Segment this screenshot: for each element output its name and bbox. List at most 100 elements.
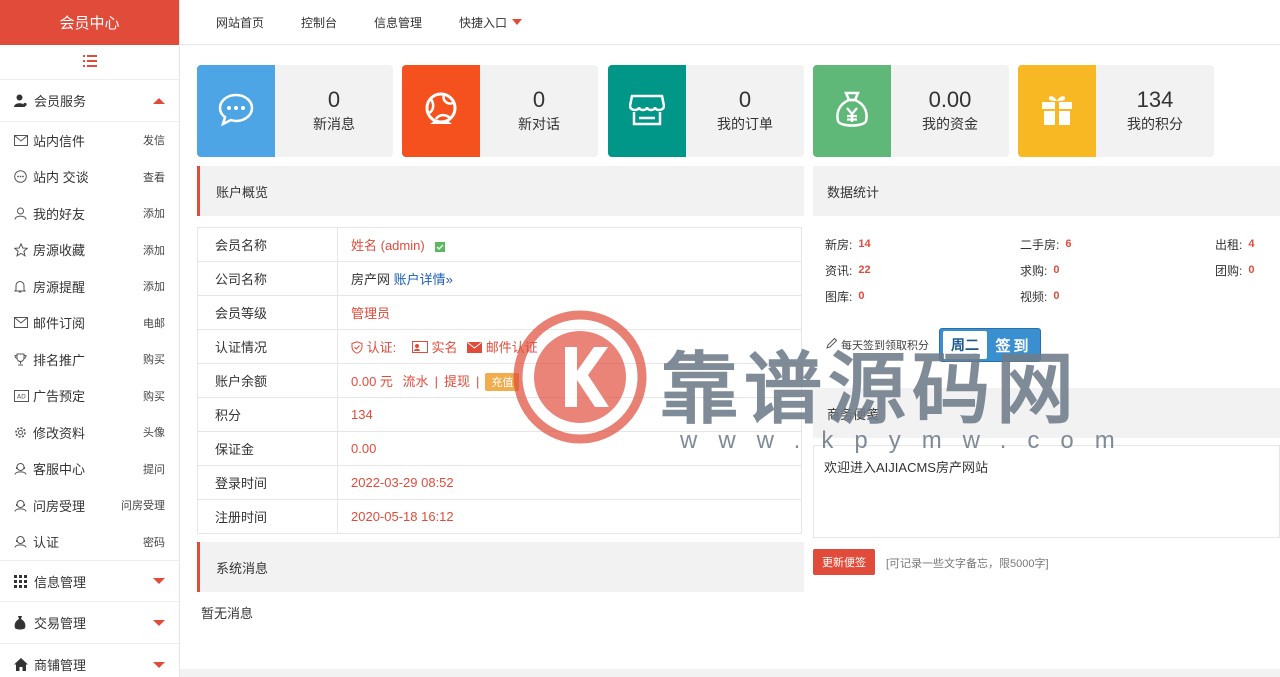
withdraw-link[interactable]: 提现 — [444, 374, 470, 389]
member-name: 姓名 (admin) — [351, 238, 425, 253]
sidebar-item-action[interactable]: 添加 — [143, 205, 165, 221]
gift-icon — [1040, 93, 1074, 130]
sign-in-text: 每天签到领取积分 — [841, 340, 929, 352]
pencil-icon — [825, 337, 838, 353]
sidebar-item-email-subscription[interactable]: 邮件订阅 电邮 — [0, 305, 179, 342]
stats-cell[interactable]: 新房: 14 — [825, 236, 1020, 253]
caret-down-icon — [153, 578, 165, 584]
headset-icon — [14, 535, 30, 548]
sidebar-item-certification[interactable]: 认证 密码 — [0, 524, 179, 561]
register-time: 2020-05-18 16:12 — [337, 499, 802, 534]
stats-label: 出租: — [1215, 237, 1243, 252]
stat-value: 0 — [327, 87, 341, 112]
flow-link[interactable]: 流水 — [403, 374, 429, 389]
ad-icon: AD — [14, 389, 30, 402]
stats-value: 22 — [858, 264, 871, 276]
sidebar-item-friends[interactable]: 我的好友 添加 — [0, 195, 179, 232]
sidebar-item-label: 站内信件 — [33, 133, 86, 149]
stat-text: 134 我的积分 — [1096, 65, 1214, 157]
table-row: 注册时间 2020-05-18 16:12 — [197, 499, 802, 534]
row-value: 认证: 实名 邮件认证 — [337, 329, 802, 364]
sidebar-item-action[interactable]: 查看 — [143, 169, 165, 185]
stats-value: 0 — [1053, 290, 1060, 302]
stat-card-orders[interactable]: 0 我的订单 — [608, 65, 804, 157]
account-details-link[interactable]: 账户详情» — [394, 272, 453, 287]
sidebar-item-edit-profile[interactable]: 修改资料 头像 — [0, 414, 179, 451]
row-key: 公司名称 — [197, 261, 338, 296]
memo-textarea[interactable]: 欢迎进入AIJIACMS房产网站 — [813, 445, 1280, 538]
sidebar-item-action[interactable]: 购买 — [143, 351, 165, 367]
stats-cell[interactable]: 二手房: 6 — [1020, 236, 1215, 253]
sidebar-item-inquiry[interactable]: 问房受理 问房受理 — [0, 487, 179, 524]
stat-card-messages[interactable]: 0 新消息 — [197, 65, 393, 157]
stats-label: 资讯: — [825, 263, 853, 278]
sidebar-item-ranking[interactable]: 排名推广 购买 — [0, 341, 179, 378]
sidebar-item-action[interactable]: 提问 — [143, 461, 165, 477]
nav-quick-entry-label: 快捷入口 — [459, 15, 508, 30]
stat-card-funds[interactable]: 0.00 我的资金 — [813, 65, 1009, 157]
stats-cell[interactable]: 出租: 4 — [1215, 236, 1254, 253]
stats-value: 0 — [858, 290, 865, 302]
recharge-button[interactable]: 充值 — [485, 372, 520, 391]
stats-cell[interactable]: 资讯: 22 — [825, 262, 1020, 279]
stats-label: 求购: — [1020, 263, 1048, 278]
data-stats-grid: 新房: 14 二手房: 6 出租: 4 资讯: 22 求购: 0 团购: 0 图库: 0 视频… — [825, 231, 1280, 309]
sidebar-group-trade-management[interactable]: 交易管理 — [0, 602, 179, 644]
sign-in-button[interactable]: 周二 签到 — [939, 328, 1041, 362]
menu-toggle-button[interactable] — [0, 45, 179, 80]
stats-label: 视频: — [1020, 289, 1048, 304]
sidebar-item-reminders[interactable]: 房源提醒 添加 — [0, 268, 179, 305]
star-icon — [14, 242, 30, 257]
sidebar-item-label: 修改资料 — [33, 425, 86, 441]
sidebar-item-action[interactable]: 密码 — [143, 534, 165, 550]
sidebar-item-support[interactable]: 客服中心 提问 — [0, 451, 179, 488]
money-bag-icon — [835, 91, 869, 132]
sign-in-day: 周二 — [943, 331, 987, 359]
sidebar-item-ad-booking[interactable]: AD 广告预定 购买 — [0, 378, 179, 415]
stat-card-conversations[interactable]: 0 新对话 — [402, 65, 598, 157]
sidebar-item-label: 广告预定 — [33, 389, 86, 405]
nav-console[interactable]: 控制台 — [301, 14, 337, 31]
nav-quick-entry[interactable]: 快捷入口 — [459, 14, 523, 31]
sidebar-item-action[interactable]: 电邮 — [143, 315, 165, 331]
sidebar-group-shop-management[interactable]: 商铺管理 — [0, 644, 179, 677]
stat-icon-box — [197, 65, 275, 157]
brand-title[interactable]: 会员中心 — [0, 0, 179, 45]
stat-card-points[interactable]: 134 我的积分 — [1018, 65, 1214, 157]
memo-header: 商务便笺 — [813, 388, 1280, 438]
sidebar-item-chat[interactable]: 站内 交谈 查看 — [0, 159, 179, 196]
nav-home[interactable]: 网站首页 — [216, 14, 264, 31]
stats-cell[interactable]: 图库: 0 — [825, 288, 1020, 305]
sidebar-item-action[interactable]: 添加 — [143, 278, 165, 294]
separator: | — [434, 373, 438, 389]
stats-cell[interactable]: 求购: 0 — [1020, 262, 1215, 279]
real-name-cert-link[interactable]: 实名 — [432, 340, 458, 355]
sidebar-item-action[interactable]: 问房受理 — [121, 497, 165, 513]
stat-text: 0 新消息 — [275, 65, 393, 157]
stats-cell[interactable]: 团购: 0 — [1215, 262, 1254, 279]
update-memo-button[interactable]: 更新便签 — [813, 549, 875, 575]
sidebar-item-label: 站内 交谈 — [33, 170, 89, 186]
envelope-icon — [14, 134, 30, 146]
sidebar-item-action[interactable]: 发信 — [143, 132, 165, 148]
sidebar-item-action[interactable]: 头像 — [143, 424, 165, 440]
stats-cell[interactable]: 视频: 0 — [1020, 288, 1215, 305]
stats-value: 0 — [1053, 264, 1060, 276]
sidebar-group-info-management[interactable]: 信息管理 — [0, 560, 179, 602]
email-cert-link[interactable]: 邮件认证 — [486, 340, 538, 355]
stats-row: 新房: 14 二手房: 6 出租: 4 — [825, 231, 1280, 257]
sidebar-group-member-service[interactable]: 会员服务 — [0, 80, 179, 122]
list-icon — [82, 54, 97, 70]
sidebar-item-messages[interactable]: 站内信件 发信 — [0, 122, 179, 159]
stat-label: 新对话 — [518, 116, 560, 132]
nav-info-management[interactable]: 信息管理 — [374, 14, 422, 31]
stats-label: 新房: — [825, 237, 853, 252]
shield-icon — [351, 340, 363, 355]
table-row: 会员名称 姓名 (admin) — [197, 227, 802, 262]
globe-icon — [422, 91, 460, 132]
sidebar-item-action[interactable]: 添加 — [143, 242, 165, 258]
login-time: 2022-03-29 08:52 — [337, 465, 802, 500]
sidebar-item-action[interactable]: 购买 — [143, 388, 165, 404]
user-icon — [14, 94, 30, 107]
sidebar-item-favorites[interactable]: 房源收藏 添加 — [0, 232, 179, 269]
